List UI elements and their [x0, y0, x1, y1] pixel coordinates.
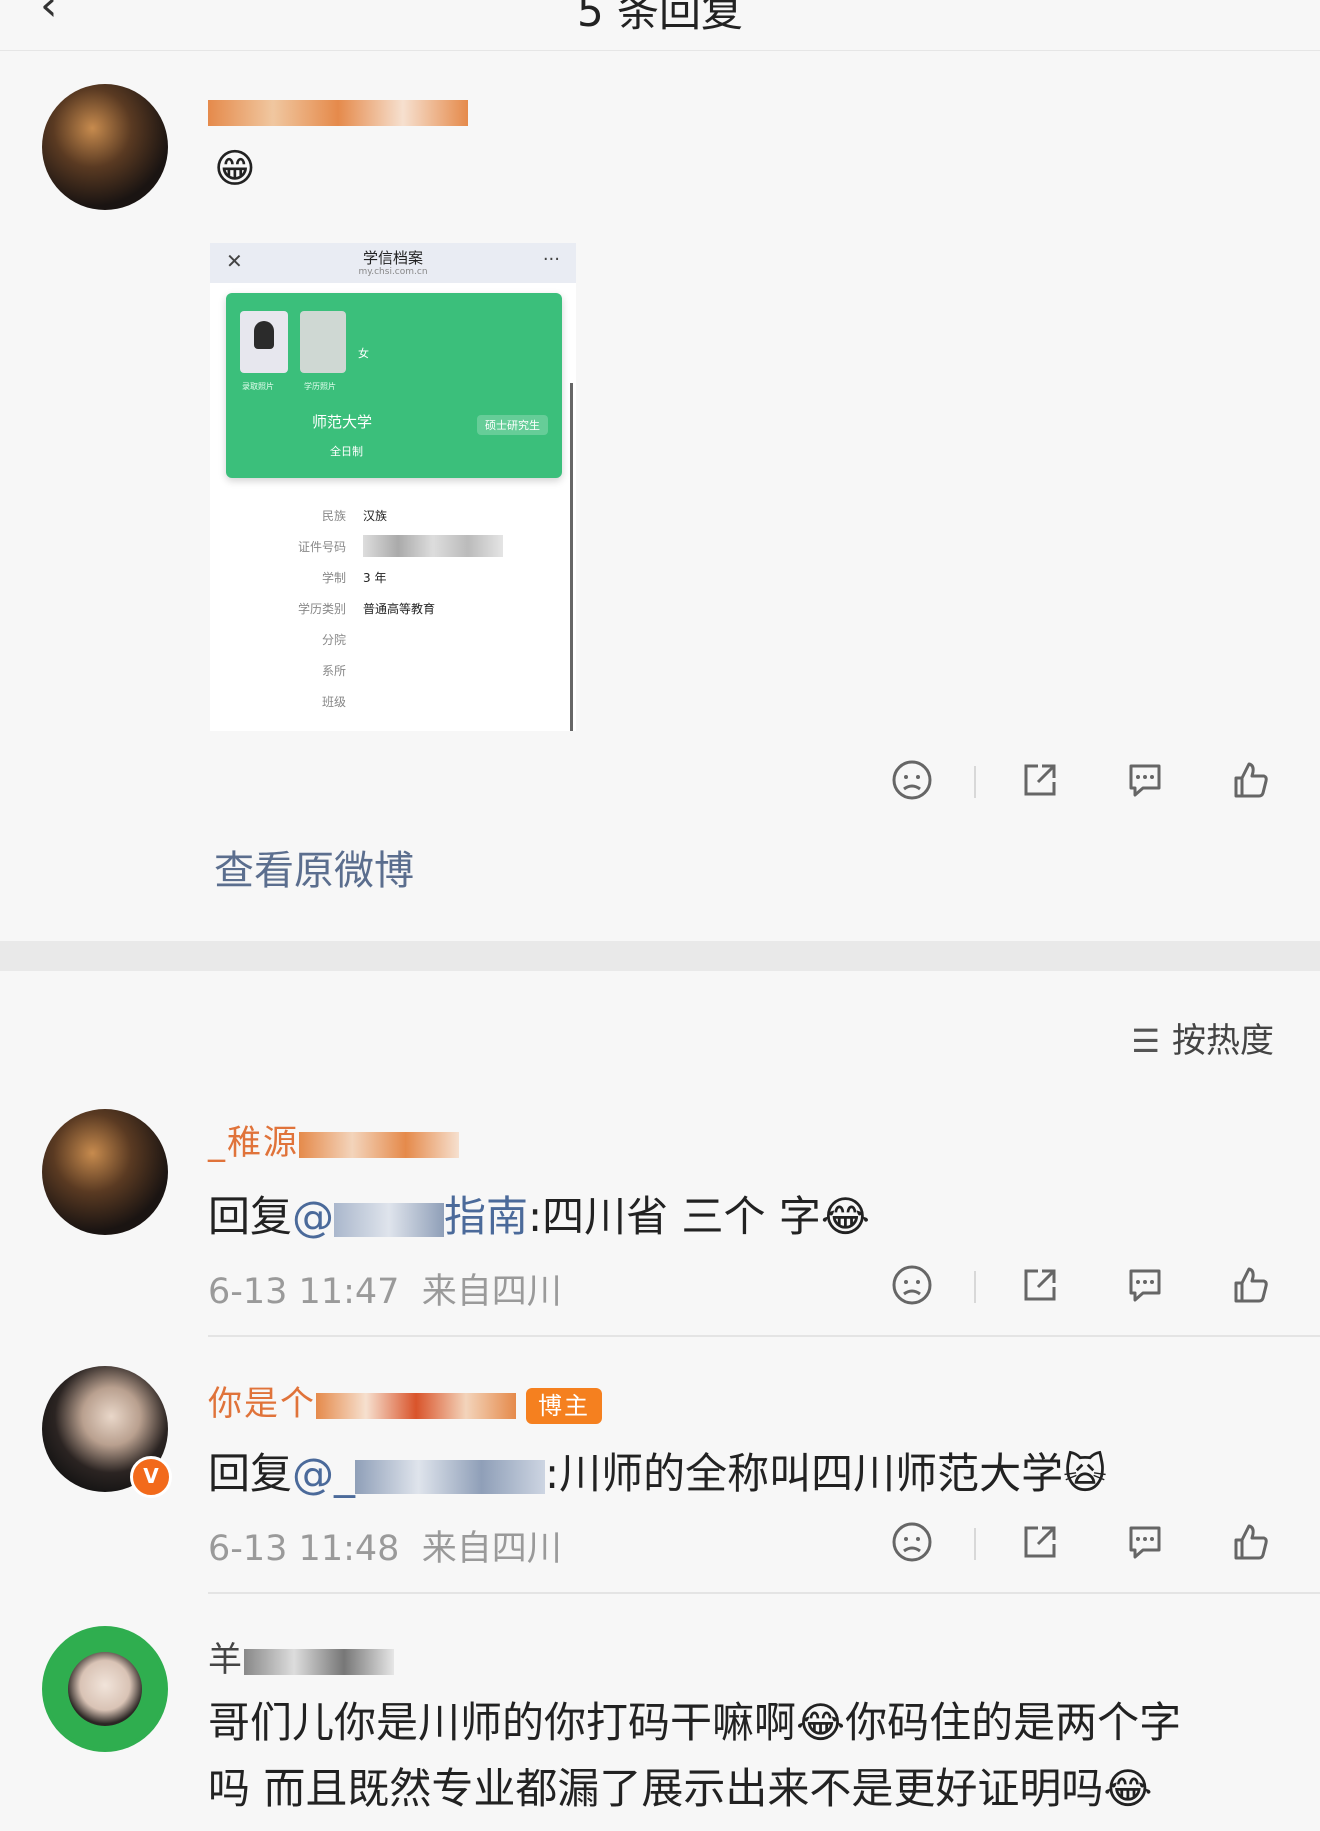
study-mode: 全日制	[330, 445, 363, 458]
reply-meta: 6-13 11:48 来自四川	[208, 1520, 562, 1571]
comment-icon[interactable]	[1123, 758, 1167, 802]
location: 来自四川	[421, 1272, 562, 1312]
post-actions	[890, 758, 1270, 808]
share-icon[interactable]	[1018, 758, 1062, 802]
reply-username[interactable]: _稚源	[208, 1115, 459, 1164]
sort-toggle[interactable]: ☰ 按热度	[1131, 1013, 1274, 1062]
photo-caption: 录取照片	[242, 382, 274, 391]
reply-item: V 你是个 博主 回复@_:川师的全称叫四川师范大学🙀 6-13 11:48 来自…	[0, 1366, 1320, 1596]
divider	[974, 1528, 976, 1560]
image-url: my.chsi.com.cn	[358, 267, 428, 277]
degree-badge: 硕士研究生	[477, 415, 548, 435]
degree-photo-placeholder	[300, 311, 346, 373]
avatar[interactable]	[42, 84, 168, 210]
page-title: 5 条回复	[576, 0, 744, 36]
dislike-icon[interactable]	[890, 1263, 934, 1307]
top-bar: ‹ 5 条回复	[0, 0, 1320, 51]
like-icon[interactable]	[1228, 1520, 1272, 1564]
id-number-blurred	[363, 535, 503, 557]
avatar[interactable]	[42, 1626, 168, 1752]
gender: 女	[358, 347, 369, 360]
dislike-icon[interactable]	[890, 758, 934, 802]
share-icon[interactable]	[1018, 1263, 1062, 1307]
photo-caption: 学历照片	[304, 382, 336, 391]
sort-icon: ☰	[1131, 1022, 1160, 1060]
reply-text: 回复@ 指南:四川省 三个 字😂	[208, 1192, 870, 1241]
like-icon[interactable]	[1228, 758, 1272, 802]
reply-text: 回复@_:川师的全称叫四川师范大学🙀	[208, 1449, 1107, 1498]
timestamp: 6-13 11:47	[208, 1272, 400, 1312]
separator	[208, 1335, 1320, 1337]
divider	[974, 1271, 976, 1303]
reply-actions	[890, 1263, 1270, 1313]
reply-text: 哥们儿你是川师的你打码干嘛啊😂你码住的是两个字 吗 而且既然专业都漏了展示出来不…	[208, 1698, 1182, 1813]
like-icon[interactable]	[1228, 1263, 1272, 1307]
avatar[interactable]	[42, 1109, 168, 1235]
view-original-link[interactable]: 查看原微博	[214, 838, 414, 896]
dislike-icon[interactable]	[890, 1520, 934, 1564]
blogger-badge: 博主	[526, 1387, 602, 1424]
comment-icon[interactable]	[1123, 1520, 1167, 1564]
mention-link[interactable]: @_	[292, 1449, 546, 1498]
more-icon: ···	[542, 249, 560, 270]
post-emoji: 😁	[214, 146, 256, 192]
section-divider	[0, 941, 1320, 971]
location: 来自四川	[421, 1529, 562, 1569]
verified-badge: V	[130, 1456, 172, 1498]
field-value: 3 年	[363, 571, 387, 585]
scrollbar	[570, 383, 573, 731]
comment-icon[interactable]	[1123, 1263, 1167, 1307]
divider	[974, 766, 976, 798]
share-icon[interactable]	[1018, 1520, 1062, 1564]
image-title: 学信档案	[362, 249, 423, 267]
reply-item: _稚源 回复@ 指南:四川省 三个 字😂 6-13 11:47 来自四川	[0, 1109, 1320, 1339]
timestamp: 6-13 11:48	[208, 1529, 400, 1569]
field-value: 汉族	[363, 509, 388, 523]
field-value: 普通高等教育	[363, 602, 436, 616]
separator	[208, 1592, 1320, 1594]
sort-label: 按热度	[1172, 1021, 1274, 1061]
image-header: ✕ 学信档案 my.chsi.com.cn ···	[210, 243, 576, 283]
mention-link[interactable]: @ 指南	[292, 1192, 528, 1241]
reply-actions	[890, 1520, 1270, 1570]
school-name: 师范大学	[312, 413, 373, 431]
reply-username[interactable]: 你是个 博主	[208, 1376, 602, 1425]
admission-photo	[240, 311, 288, 373]
reply-username[interactable]: 羊	[208, 1632, 394, 1681]
reply-meta: 6-13 11:47 来自四川	[208, 1263, 562, 1314]
username-blurred[interactable]	[208, 91, 468, 131]
attached-image[interactable]: ✕ 学信档案 my.chsi.com.cn ··· 录取照片 学历照片 女 师范…	[210, 243, 576, 731]
student-card: 录取照片 学历照片 女 师范大学 硕士研究生 全日制	[226, 293, 562, 478]
